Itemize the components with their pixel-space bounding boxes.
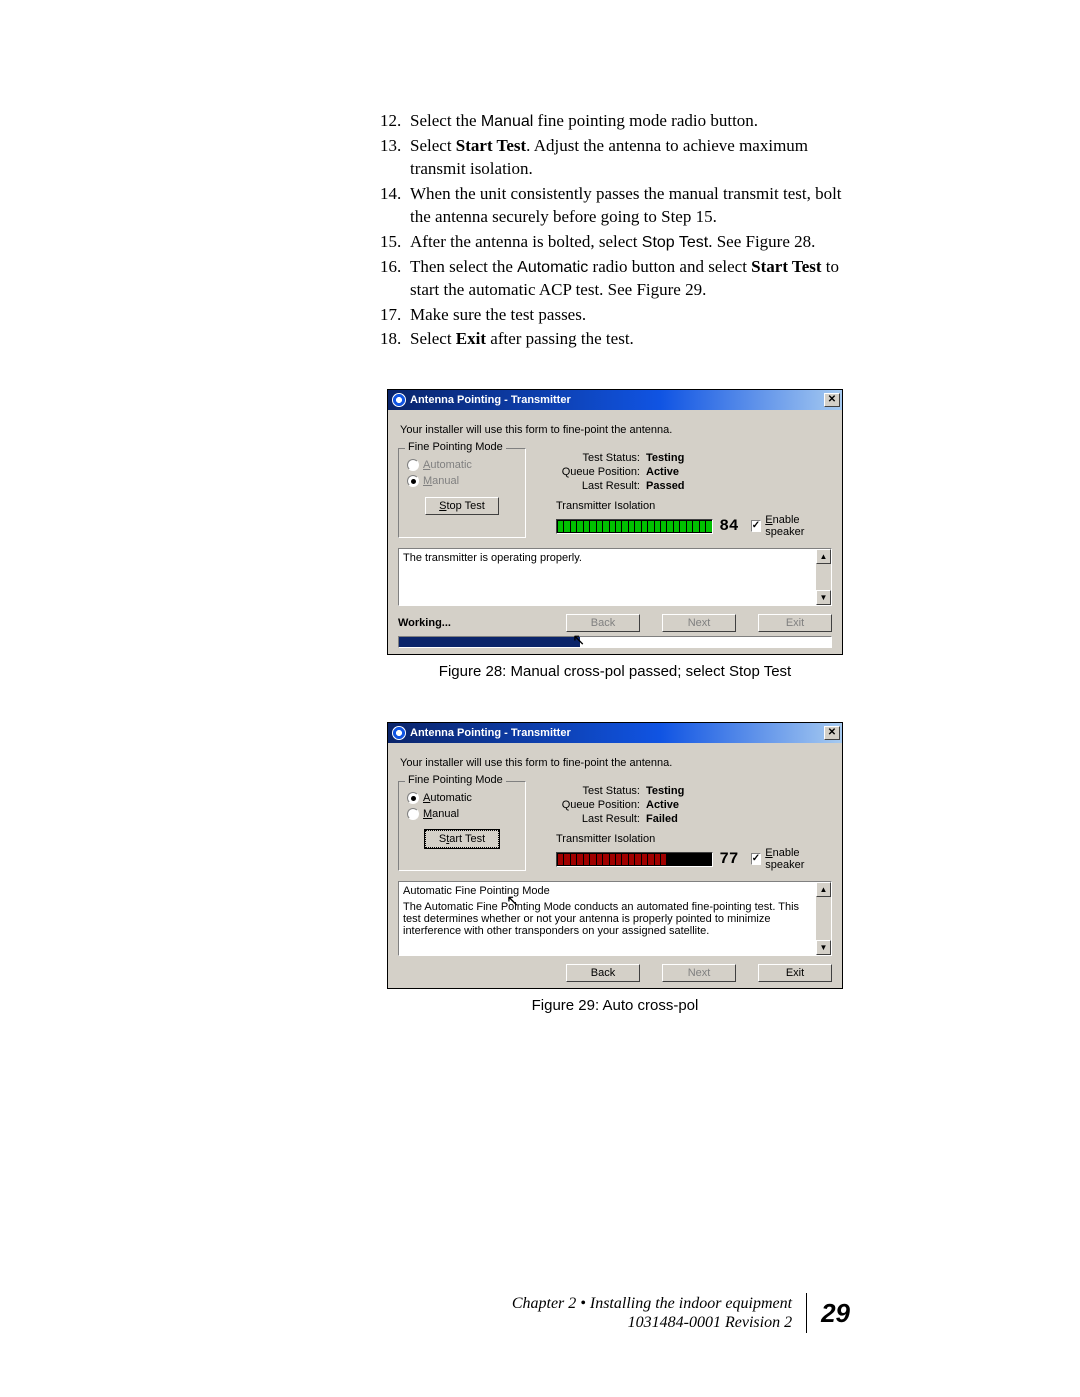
radio-manual[interactable]: Manual: [407, 808, 517, 820]
fieldset-legend: Fine Pointing Mode: [405, 774, 506, 786]
page-footer: Chapter 2 • Installing the indoor equipm…: [512, 1293, 850, 1333]
start-test-button[interactable]: Start Test: [425, 830, 499, 848]
enable-speaker-checkbox[interactable]: Enable speaker: [751, 847, 832, 871]
transmitter-isolation-label: Transmitter Isolation: [556, 500, 832, 512]
figure-28: Antenna Pointing - Transmitter ✕ Your in…: [380, 389, 850, 680]
transmitter-isolation-label: Transmitter Isolation: [556, 833, 832, 845]
last-result-label: Last Result:: [556, 813, 640, 825]
status-panel: Test Status: Testing Queue Position: Activ…: [526, 448, 832, 538]
app-icon: [392, 726, 406, 740]
isolation-bar: [556, 852, 713, 867]
close-icon[interactable]: ✕: [824, 393, 840, 407]
step-item: 15.After the antenna is bolted, select S…: [380, 231, 850, 254]
checkbox-icon: [751, 520, 762, 532]
close-icon[interactable]: ✕: [824, 726, 840, 740]
radio-manual[interactable]: Manual: [407, 475, 517, 487]
window-title: Antenna Pointing - Transmitter: [410, 394, 571, 406]
progress-bar: [398, 636, 832, 648]
figure-29-caption: Figure 29: Auto cross-pol: [380, 997, 850, 1014]
scrollbar[interactable]: ▲ ▼: [816, 549, 831, 605]
page-number: 29: [821, 1298, 850, 1329]
titlebar: Antenna Pointing - Transmitter ✕: [388, 723, 842, 743]
step-item: 18.Select Exit after passing the test.: [380, 328, 850, 351]
dialog-window: Antenna Pointing - Transmitter ✕ Your in…: [387, 389, 843, 655]
last-result-value: Failed: [646, 813, 678, 825]
checkbox-icon: [751, 853, 762, 865]
test-status-value: Testing: [646, 452, 684, 464]
stop-test-button[interactable]: Stop Test: [425, 497, 499, 515]
figure-28-caption: Figure 28: Manual cross-pol passed; sele…: [380, 663, 850, 680]
figure-29: Antenna Pointing - Transmitter ✕ Your in…: [380, 722, 850, 1014]
app-icon: [392, 393, 406, 407]
next-button[interactable]: Next: [662, 614, 736, 632]
scroll-down-icon[interactable]: ▼: [816, 940, 831, 955]
working-label: Working...: [398, 617, 566, 629]
test-status-value: Testing: [646, 785, 684, 797]
footer-separator: [806, 1293, 807, 1333]
message-title: Automatic Fine Pointing Mode: [403, 885, 827, 897]
step-item: 12.Select the Manual fine pointing mode …: [380, 110, 850, 133]
next-button[interactable]: Next: [662, 964, 736, 982]
queue-position-value: Active: [646, 466, 679, 478]
message-body: The Automatic Fine Pointing Mode conduct…: [403, 901, 827, 937]
back-button[interactable]: Back: [566, 614, 640, 632]
instruction-list: 12.Select the Manual fine pointing mode …: [380, 110, 850, 351]
step-item: 16.Then select the Automatic radio butto…: [380, 256, 850, 302]
exit-button[interactable]: Exit: [758, 964, 832, 982]
radio-automatic-label: utomatic: [430, 459, 472, 471]
footer-doc: 1031484-0001 Revision 2: [512, 1313, 792, 1332]
radio-manual-label: anual: [432, 808, 459, 820]
radio-manual-label: anual: [432, 475, 459, 487]
message-box: Automatic Fine Pointing Mode The Automat…: [398, 881, 832, 956]
message-text: The transmitter is operating properly.: [403, 552, 582, 564]
dialog-intro: Your installer will use this form to fin…: [400, 424, 832, 436]
fieldset-legend: Fine Pointing Mode: [405, 441, 506, 453]
radio-icon: [407, 459, 419, 471]
scrollbar[interactable]: ▲ ▼: [816, 882, 831, 955]
radio-automatic[interactable]: Automatic: [407, 459, 517, 471]
radio-automatic-label: utomatic: [430, 792, 472, 804]
exit-button[interactable]: Exit: [758, 614, 832, 632]
scroll-down-icon[interactable]: ▼: [816, 590, 831, 605]
queue-position-value: Active: [646, 799, 679, 811]
isolation-value: 84: [719, 517, 738, 535]
radio-icon: [407, 475, 419, 487]
step-item: 14.When the unit consistently passes the…: [380, 183, 850, 229]
step-item: 17.Make sure the test passes.: [380, 304, 850, 327]
scroll-up-icon[interactable]: ▲: [816, 882, 831, 897]
last-result-label: Last Result:: [556, 480, 640, 492]
radio-icon: [407, 792, 419, 804]
enable-speaker-checkbox[interactable]: Enable speaker: [751, 514, 832, 538]
queue-position-label: Queue Position:: [556, 799, 640, 811]
radio-icon: [407, 808, 419, 820]
dialog-intro: Your installer will use this form to fin…: [400, 757, 832, 769]
radio-automatic[interactable]: Automatic: [407, 792, 517, 804]
status-panel: Test Status: Testing Queue Position: Activ…: [526, 781, 832, 871]
test-status-label: Test Status:: [556, 785, 640, 797]
scroll-up-icon[interactable]: ▲: [816, 549, 831, 564]
dialog-window: Antenna Pointing - Transmitter ✕ Your in…: [387, 722, 843, 989]
fine-pointing-mode-group: Fine Pointing Mode Automatic Manual Stop…: [398, 448, 526, 538]
titlebar: Antenna Pointing - Transmitter ✕: [388, 390, 842, 410]
isolation-value: 77: [719, 850, 738, 868]
back-button[interactable]: Back: [566, 964, 640, 982]
queue-position-label: Queue Position:: [556, 466, 640, 478]
last-result-value: Passed: [646, 480, 685, 492]
message-box: The transmitter is operating properly. ▲…: [398, 548, 832, 606]
isolation-bar: [556, 519, 713, 534]
test-status-label: Test Status:: [556, 452, 640, 464]
footer-chapter: Chapter 2 • Installing the indoor equipm…: [512, 1294, 792, 1313]
fine-pointing-mode-group: Fine Pointing Mode Automatic Manual Star…: [398, 781, 526, 871]
step-item: 13.Select Start Test. Adjust the antenna…: [380, 135, 850, 181]
window-title: Antenna Pointing - Transmitter: [410, 727, 571, 739]
